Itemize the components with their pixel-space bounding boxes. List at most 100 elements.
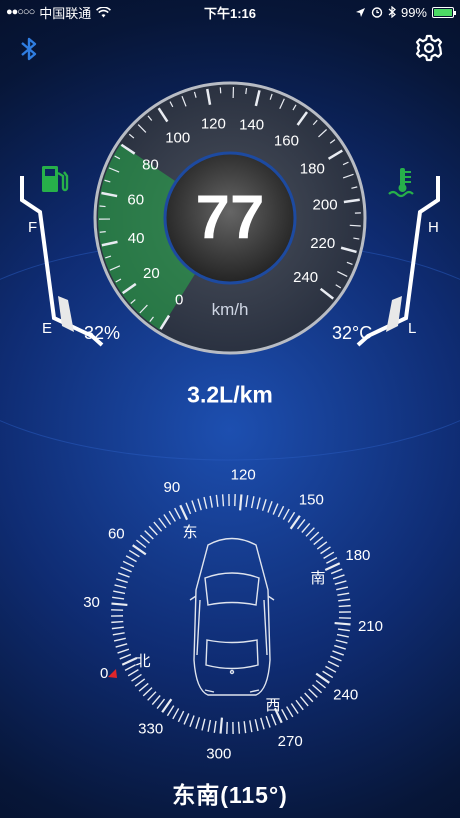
speed-scale-label: 0 <box>175 291 183 308</box>
compass-tick <box>261 499 267 511</box>
compass-tick <box>134 678 146 687</box>
compass-tick <box>334 580 347 585</box>
compass-tick <box>113 590 126 595</box>
compass-tick <box>305 527 315 537</box>
compass-tick <box>313 536 324 546</box>
compass-tick <box>203 496 208 509</box>
speed-tick <box>99 231 106 233</box>
compass-tick <box>243 721 247 734</box>
compass-tick <box>281 709 288 721</box>
compass-tick <box>183 713 190 725</box>
compass-degree-label: 0 <box>100 665 108 682</box>
speed-scale-label: 200 <box>313 197 338 214</box>
compass-tick <box>322 670 334 679</box>
compass-north-label: 北 <box>135 653 150 670</box>
compass-tick <box>337 628 350 632</box>
fuel-economy-value: 3.2L/km <box>187 381 273 408</box>
compass-degree-label: 180 <box>345 547 370 564</box>
compass-tick <box>139 534 150 544</box>
compass-tick <box>332 650 345 656</box>
compass-tick <box>337 592 350 596</box>
compass-tick <box>179 504 189 521</box>
speed-tick <box>349 224 361 227</box>
compass-tick <box>127 669 139 677</box>
compass-tick <box>256 497 261 510</box>
compass-tick <box>325 665 337 673</box>
compass-tick <box>282 508 290 520</box>
speed-scale-label: 20 <box>143 265 160 282</box>
speed-scale-label: 120 <box>201 115 226 132</box>
compass-degree-label: 30 <box>83 594 100 611</box>
compass-tick <box>114 584 127 589</box>
compass-tick <box>153 521 163 532</box>
compass-tick <box>250 496 255 509</box>
compass-tick <box>112 632 125 636</box>
compass-tick <box>301 522 311 533</box>
compass-tick <box>295 699 304 711</box>
compass-tick <box>324 562 341 572</box>
compass-tick <box>323 551 335 559</box>
compass-south-label: 南 <box>310 570 325 587</box>
speed-scale-label: 100 <box>165 129 190 146</box>
compass-tick <box>195 717 201 729</box>
compass-tick <box>185 502 192 515</box>
fuel-full-label: F <box>28 219 37 236</box>
compass-tick <box>125 555 137 563</box>
compass-tick <box>174 507 181 519</box>
compass-tick <box>144 530 154 540</box>
compass-tick <box>156 698 166 709</box>
compass-degree-labels: 0 30 60 90 120 150 180 210 240 270 300 330 <box>83 467 383 763</box>
compass-tick <box>148 525 158 536</box>
compass-tick <box>119 653 132 660</box>
compass-tick <box>111 602 128 607</box>
compass-tick <box>327 660 340 668</box>
compass-tick <box>136 539 147 549</box>
temp-low-label: L <box>408 320 416 337</box>
speed-scale-label: 220 <box>310 235 335 252</box>
fuel-pump-icon <box>42 166 69 192</box>
speed-scale-label: 240 <box>293 269 318 286</box>
compass-tick <box>115 643 128 648</box>
compass-tick <box>336 633 349 638</box>
compass-east-label: 东 <box>182 524 197 541</box>
compass-tick <box>320 546 331 555</box>
compass-tick <box>330 568 343 575</box>
compass-tick <box>334 644 346 650</box>
compass-tick <box>191 500 197 513</box>
compass-tick <box>151 695 161 706</box>
compass-tick <box>330 655 342 662</box>
compass-tick <box>260 717 265 730</box>
compass-tick <box>334 621 351 626</box>
compass-tick <box>113 637 126 642</box>
compass-degree-label: 90 <box>163 479 180 496</box>
compass-degree-label: 240 <box>333 686 358 703</box>
compass-tick <box>117 572 130 578</box>
fuel-level-bar <box>58 296 74 332</box>
compass-tick <box>238 494 243 511</box>
compass-degree-label: 210 <box>358 618 383 635</box>
compass-tick <box>267 500 273 513</box>
compass-tick <box>213 720 217 733</box>
compass-tick <box>138 682 149 692</box>
compass-tick <box>270 713 277 726</box>
speed-scale-label: 80 <box>142 156 159 173</box>
compass-tick <box>111 626 124 630</box>
compass-tick <box>338 604 351 608</box>
compass-tick <box>237 721 241 734</box>
compass-tick <box>277 505 285 518</box>
compass-tick <box>166 705 175 717</box>
compass-tick <box>209 495 213 508</box>
compass-tick <box>308 688 318 698</box>
coolant-temp-value: 32°C <box>332 323 373 343</box>
compass-degree-label: 150 <box>299 491 324 508</box>
compass-tick <box>338 598 351 602</box>
compass-tick <box>312 684 323 694</box>
compass-tick <box>332 574 345 580</box>
compass-tick <box>131 673 142 682</box>
compass-tick <box>287 511 296 523</box>
compass-tick <box>335 639 348 644</box>
compass-tick <box>201 718 206 731</box>
compass-tick <box>245 495 249 508</box>
compass-tick <box>207 719 212 732</box>
compass-tick <box>142 687 153 697</box>
